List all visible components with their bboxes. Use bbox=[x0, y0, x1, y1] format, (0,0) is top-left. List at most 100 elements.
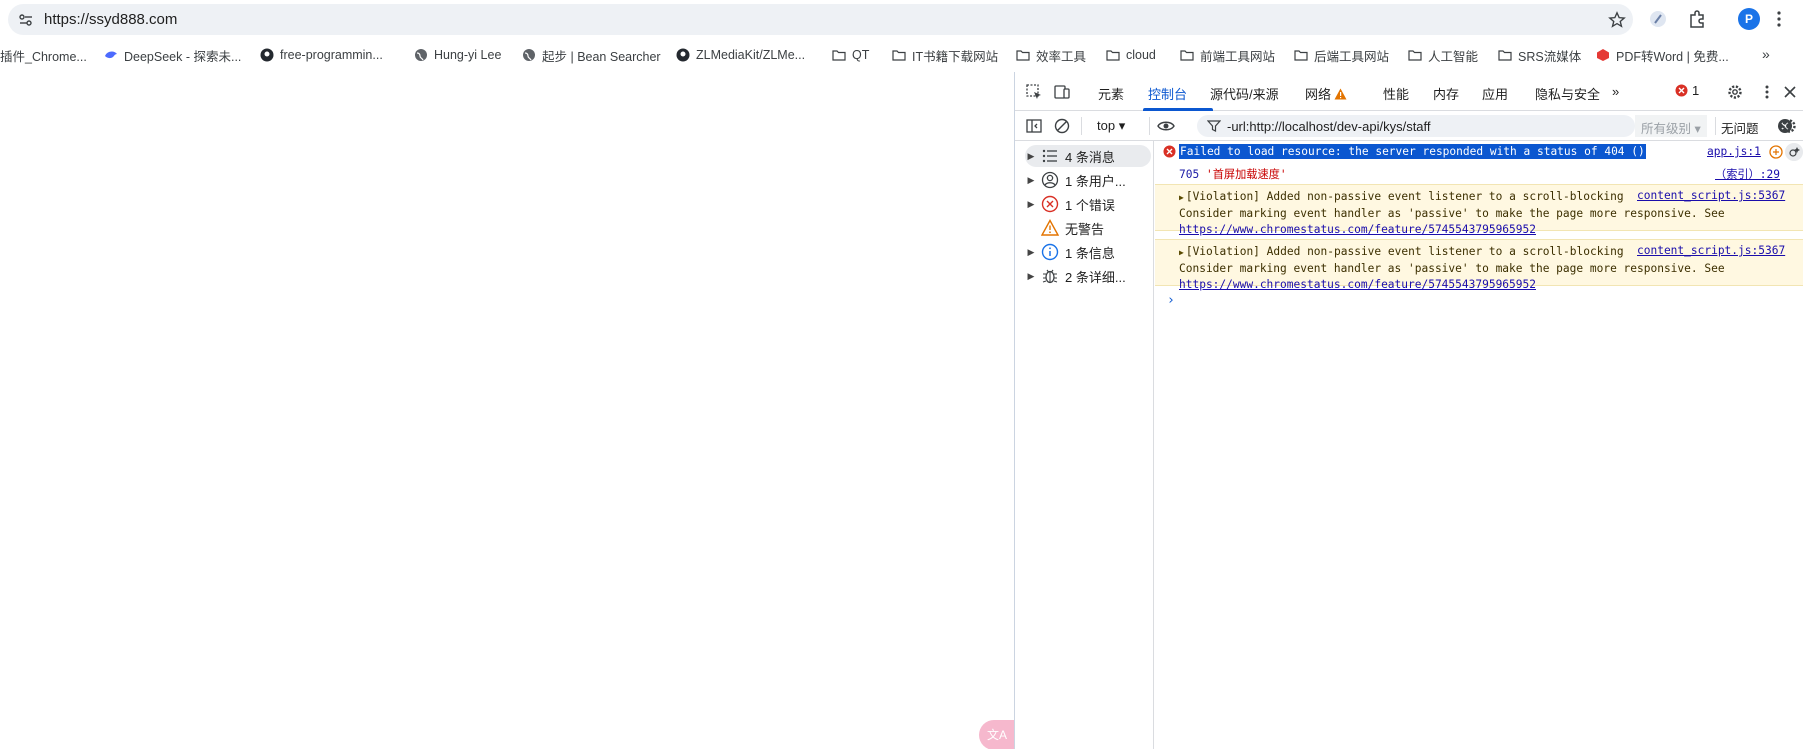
expand-arrow-icon[interactable]: ▶ bbox=[1025, 151, 1037, 162]
error-icon bbox=[1675, 84, 1688, 97]
tab-privacy-security[interactable]: 隐私与安全 bbox=[1535, 84, 1600, 103]
sidebar-item-user-messages[interactable]: ▶ 1 条用户... bbox=[1025, 169, 1151, 191]
bookmarks-overflow-icon[interactable]: » bbox=[1762, 46, 1770, 62]
sidebar-item-label: 1 个错误 bbox=[1065, 197, 1115, 213]
log-string: '首屏加载速度' bbox=[1205, 168, 1287, 181]
bookmark-item[interactable]: free-programmin... bbox=[260, 47, 383, 63]
console-settings-gear-icon[interactable] bbox=[1780, 117, 1798, 135]
tab-console[interactable]: 控制台 bbox=[1148, 84, 1187, 103]
tab-performance[interactable]: 性能 bbox=[1383, 84, 1409, 103]
globe-icon bbox=[415, 49, 427, 61]
extension-feather-icon[interactable] bbox=[1648, 9, 1668, 29]
settings-gear-icon[interactable] bbox=[1726, 83, 1744, 101]
globe-icon bbox=[523, 49, 535, 61]
expand-arrow-icon[interactable]: ▶ bbox=[1179, 248, 1184, 257]
filter-input[interactable] bbox=[1227, 118, 1607, 134]
bookmark-folder[interactable]: 后端工具网站 bbox=[1294, 47, 1389, 64]
address-bar[interactable]: https://ssyd888.com bbox=[8, 4, 1633, 35]
toolbar-divider bbox=[1081, 117, 1082, 135]
tab-elements[interactable]: 元素 bbox=[1098, 84, 1124, 103]
inspect-element-icon[interactable] bbox=[1025, 83, 1043, 101]
device-toolbar-icon[interactable] bbox=[1053, 83, 1071, 101]
network-request-icon[interactable] bbox=[1769, 145, 1783, 159]
sidebar-item-label: 1 条用户... bbox=[1065, 173, 1126, 189]
bug-icon bbox=[1042, 269, 1058, 284]
violation-source-link[interactable]: content_script.js:5367 bbox=[1633, 244, 1786, 257]
tab-network-label: 网络 bbox=[1305, 87, 1332, 102]
log-levels-dropdown[interactable]: 所有级别 ▾ bbox=[1635, 115, 1707, 137]
github-icon bbox=[260, 48, 274, 62]
folder-icon bbox=[1294, 50, 1308, 61]
expand-arrow-icon[interactable]: ▶ bbox=[1025, 199, 1037, 210]
bookmark-item[interactable]: 起步 | Bean Searcher bbox=[522, 47, 661, 64]
bookmark-folder[interactable]: IT书籍下载网站 bbox=[892, 47, 998, 64]
error-source-link[interactable]: app.js:1 bbox=[1707, 145, 1761, 158]
error-icon bbox=[1041, 195, 1059, 213]
sidebar-toggle-icon[interactable] bbox=[1025, 117, 1043, 135]
console-toolbar: top ▾ 所有级别 ▾ 无问题 bbox=[1015, 111, 1803, 141]
sidebar-item-messages[interactable]: ▶ 4 条消息 bbox=[1025, 145, 1151, 167]
log-source-link[interactable]: （索引）:29 bbox=[1715, 166, 1780, 182]
issues-button[interactable]: 无问题 bbox=[1721, 118, 1759, 137]
sidebar-item-warnings[interactable]: 无警告 bbox=[1025, 217, 1151, 239]
browser-toolbar: https://ssyd888.com P bbox=[0, 0, 1803, 38]
expand-arrow-icon[interactable]: ▶ bbox=[1025, 247, 1037, 258]
tab-memory[interactable]: 内存 bbox=[1433, 84, 1459, 103]
network-warning-icon bbox=[1334, 88, 1347, 100]
customize-menu-icon[interactable] bbox=[1758, 83, 1776, 101]
tab-sources[interactable]: 源代码/来源 bbox=[1210, 84, 1279, 103]
bookmark-item[interactable]: DeepSeek - 探索未... bbox=[104, 47, 241, 64]
bookmark-label: SRS流媒体 bbox=[1518, 49, 1582, 64]
error-icon bbox=[1163, 145, 1176, 158]
sidebar-item-info[interactable]: ▶ 1 条信息 bbox=[1025, 241, 1151, 263]
console-violation-message[interactable]: ▶ [Violation] Added non-passive event lis… bbox=[1155, 239, 1803, 291]
error-message-text[interactable]: Failed to load resource: the server resp… bbox=[1179, 144, 1646, 159]
bookmark-folder[interactable]: QT bbox=[832, 47, 869, 63]
folder-icon bbox=[1180, 50, 1194, 61]
bookmark-folder[interactable]: SRS流媒体 bbox=[1498, 47, 1582, 64]
bookmark-item[interactable]: 插件_Chrome... bbox=[0, 47, 87, 64]
clear-console-icon[interactable] bbox=[1053, 117, 1071, 135]
bookmark-item[interactable]: PDF转Word | 免费... bbox=[1596, 47, 1729, 64]
error-count: 1 bbox=[1692, 83, 1700, 98]
bookmark-star-icon[interactable] bbox=[1608, 11, 1626, 29]
error-counter-button[interactable]: 1 bbox=[1675, 83, 1699, 98]
bookmark-item[interactable]: ZLMediaKit/ZLMe... bbox=[676, 47, 805, 63]
console-error-message[interactable]: Failed to load resource: the server resp… bbox=[1155, 141, 1803, 162]
expand-arrow-icon[interactable]: ▶ bbox=[1025, 271, 1037, 282]
site-info-icon[interactable] bbox=[18, 12, 34, 28]
url-text[interactable]: https://ssyd888.com bbox=[44, 11, 177, 28]
bookmark-folder[interactable]: cloud bbox=[1106, 47, 1156, 63]
bookmark-folder[interactable]: 前端工具网站 bbox=[1180, 47, 1276, 64]
tab-application[interactable]: 应用 bbox=[1482, 84, 1508, 103]
sidebar-item-errors[interactable]: ▶ 1 个错误 bbox=[1025, 193, 1151, 215]
violation-link[interactable]: https://www.chromestatus.com/feature/574… bbox=[1179, 223, 1536, 236]
console-filter[interactable] bbox=[1197, 115, 1792, 137]
live-expression-eye-icon[interactable] bbox=[1157, 117, 1175, 135]
console-prompt[interactable]: › bbox=[1167, 293, 1175, 308]
violation-source-link[interactable]: content_script.js:5367 bbox=[1633, 189, 1786, 202]
bookmark-folder[interactable]: 人工智能 bbox=[1408, 47, 1478, 64]
list-icon bbox=[1042, 149, 1057, 163]
console-log-message[interactable]: 705 '首屏加载速度' （索引）:29 bbox=[1155, 162, 1803, 183]
expand-arrow-icon[interactable]: ▶ bbox=[1025, 175, 1037, 186]
tab-network[interactable]: 网络 bbox=[1305, 84, 1347, 103]
bookmark-item[interactable]: Hung-yi Lee bbox=[414, 47, 501, 63]
translate-button[interactable]: 文A bbox=[979, 720, 1015, 749]
github-icon bbox=[676, 48, 690, 62]
expand-arrow-icon[interactable]: ▶ bbox=[1179, 193, 1184, 202]
browser-menu-icon[interactable] bbox=[1776, 9, 1782, 29]
toolbar-divider bbox=[1149, 117, 1150, 135]
bookmark-label: 前端工具网站 bbox=[1200, 49, 1276, 64]
ai-insights-icon[interactable] bbox=[1785, 143, 1803, 161]
extensions-puzzle-icon[interactable] bbox=[1687, 9, 1707, 29]
sidebar-item-verbose[interactable]: ▶ 2 条详细... bbox=[1025, 265, 1151, 287]
more-tabs-button[interactable]: » bbox=[1612, 84, 1619, 99]
profile-avatar[interactable]: P bbox=[1738, 8, 1760, 30]
close-icon[interactable] bbox=[1781, 83, 1799, 101]
console-violation-message[interactable]: ▶ [Violation] Added non-passive event lis… bbox=[1155, 184, 1803, 236]
folder-icon bbox=[832, 50, 846, 61]
violation-link[interactable]: https://www.chromestatus.com/feature/574… bbox=[1179, 278, 1536, 291]
bookmark-folder[interactable]: 效率工具 bbox=[1016, 47, 1086, 64]
context-selector[interactable]: top ▾ bbox=[1097, 118, 1125, 134]
